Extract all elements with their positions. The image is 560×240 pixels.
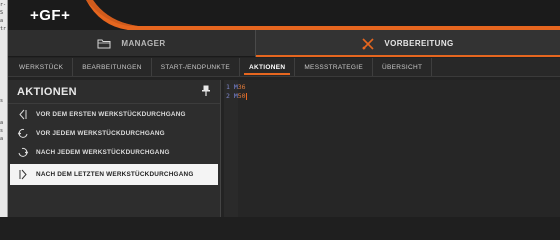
code-editor[interactable]: 1 M36 2 M50 <box>224 80 560 217</box>
action-label: NACH JEDEM WERKSTÜCKDURCHGANG <box>36 148 170 156</box>
code-line[interactable]: 1 M36 <box>226 83 246 91</box>
app-window: +GF+ MANAGER VORBEREITUNG WERKSTÜCK BEAR… <box>8 0 560 217</box>
subtab-aktionen[interactable]: AKTIONEN <box>240 58 296 76</box>
action-label: NACH DEM LETZTEN WERKSTÜCKDURCHGANG <box>36 171 194 178</box>
line-number: 2 <box>226 92 230 100</box>
loop-left-icon <box>14 128 32 139</box>
action-before-first-pass[interactable]: VOR DEM ERSTEN WERKSTÜCKDURCHGANG <box>10 105 218 123</box>
action-label: VOR DEM ERSTEN WERKSTÜCKDURCHGANG <box>36 110 186 118</box>
brand-logo: +GF+ <box>30 7 71 24</box>
subtab-uebersicht[interactable]: ÜBERSICHT <box>373 58 433 76</box>
actions-panel: AKTIONEN VOR DEM ERSTEN WERKSTÜCKDURCHGA… <box>8 80 221 217</box>
folder-icon <box>97 38 111 49</box>
pin-icon[interactable] <box>202 85 210 99</box>
subtab-bearbeitungen[interactable]: BEARBEITUNGEN <box>73 58 152 76</box>
code-value: 50 <box>237 92 246 100</box>
sliver-char: a <box>0 120 4 126</box>
action-after-each-pass[interactable]: NACH JEDEM WERKSTÜCKDURCHGANG <box>10 143 218 161</box>
subtab-werkstueck[interactable]: WERKSTÜCK <box>8 58 74 76</box>
mode-tabs: MANAGER VORBEREITUNG <box>8 30 560 57</box>
text-cursor <box>245 92 247 100</box>
sliver-char: S <box>0 10 4 16</box>
sliver-char: r- <box>0 2 7 8</box>
sliver-char: s <box>0 128 4 134</box>
tab-vorbereitung-label: VORBEREITUNG <box>384 39 454 48</box>
bracket-right-icon <box>14 169 32 180</box>
tab-manager[interactable]: MANAGER <box>8 30 255 57</box>
adjacent-window-edge: r- Sa tr s a s a <box>0 0 8 217</box>
header-accent-swoosh <box>86 0 560 30</box>
tab-manager-label: MANAGER <box>121 39 166 48</box>
tab-vorbereitung[interactable]: VORBEREITUNG <box>255 30 560 57</box>
sliver-char: tr <box>0 26 7 32</box>
loop-right-icon <box>14 147 32 158</box>
tools-icon <box>362 37 374 50</box>
line-number: 1 <box>226 83 230 91</box>
code-line[interactable]: 2 M50 <box>226 92 247 100</box>
subtab-messstrategie[interactable]: MESSSTRATEGIE <box>295 58 374 76</box>
sliver-char: a <box>0 18 4 24</box>
code-value: 36 <box>237 83 246 91</box>
editor-gutter <box>224 80 238 217</box>
sub-tabs: WERKSTÜCK BEARBEITUNGEN START-/ENDPUNKTE… <box>8 58 560 77</box>
app-header: +GF+ <box>8 0 560 30</box>
action-after-last-pass[interactable]: NACH DEM LETZTEN WERKSTÜCKDURCHGANG <box>10 164 218 185</box>
actions-panel-header: AKTIONEN <box>8 80 220 104</box>
subtab-start-endpunkte[interactable]: START-/ENDPUNKTE <box>152 58 240 76</box>
bracket-left-icon <box>14 109 32 120</box>
sliver-char: s <box>0 98 4 104</box>
panel-title: AKTIONEN <box>17 85 77 98</box>
action-before-each-pass[interactable]: VOR JEDEM WERKSTÜCKDURCHGANG <box>10 124 218 142</box>
sliver-char: a <box>0 136 4 142</box>
action-label: VOR JEDEM WERKSTÜCKDURCHGANG <box>36 129 165 137</box>
